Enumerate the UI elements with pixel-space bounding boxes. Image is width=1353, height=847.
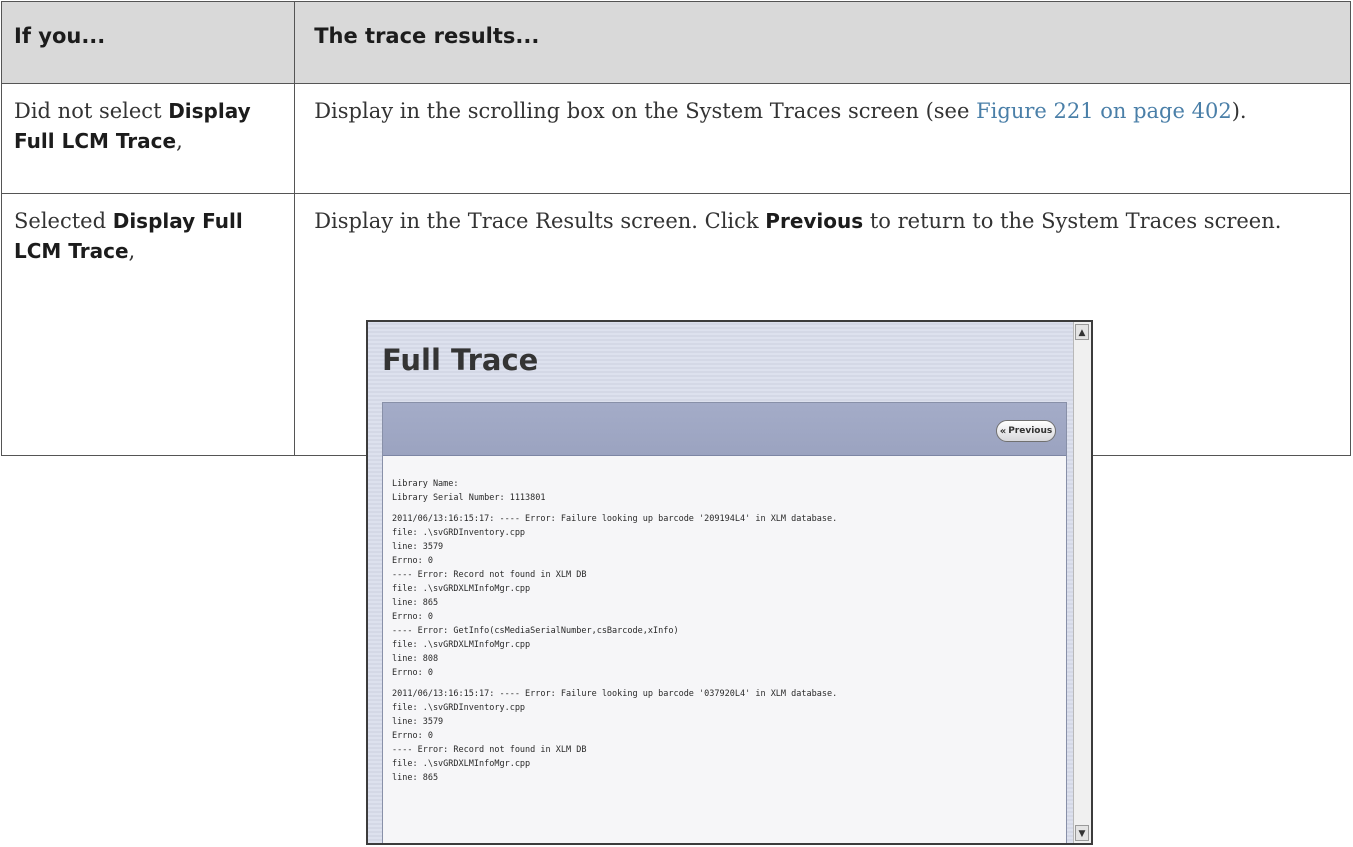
trace-block: 2011/06/13:16:15:17: ---- Error: Failure… (392, 689, 838, 783)
double-chevron-left-icon: « (999, 425, 1007, 437)
condition-text: Selected Display Full LCM Trace, (2, 194, 294, 266)
result-text-part: to return to the System Traces screen. (863, 209, 1282, 233)
condition-suffix: , (176, 129, 183, 153)
trace-block: 2011/06/13:16:15:17: ---- Error: Failure… (392, 514, 838, 678)
result-text: Display in the Trace Results screen. Cli… (295, 194, 1350, 236)
condition-cell: Did not select Display Full LCM Trace, (0, 83, 296, 194)
table-row: Did not select Display Full LCM Trace, D… (0, 83, 1351, 194)
scroll-down-arrow-icon[interactable]: ▼ (1075, 825, 1089, 841)
condition-prefix: Did not select (14, 99, 169, 123)
header-trace-results: The trace results... (294, 1, 1351, 84)
header-if-you: If you... (0, 1, 296, 84)
screen-title: Full Trace (382, 343, 539, 377)
condition-cell: Selected Display Full LCM Trace, (0, 193, 296, 456)
trace-block: Library Name: Library Serial Number: 111… (392, 479, 546, 503)
full-trace-screenshot: Full Trace ▲ ▼ « Previous Library Name: … (366, 320, 1093, 845)
panel-toolbar: « Previous (383, 403, 1066, 456)
result-text-part: Display in the scrolling box on the Syst… (314, 99, 977, 123)
condition-prefix: Selected (14, 209, 113, 233)
previous-keyword: Previous (765, 209, 864, 233)
vertical-scrollbar[interactable]: ▲ ▼ (1073, 322, 1091, 843)
condition-suffix: , (128, 239, 136, 263)
scroll-up-arrow-icon[interactable]: ▲ (1075, 324, 1089, 340)
trace-output: Library Name: Library Serial Number: 111… (383, 456, 1066, 785)
previous-button-label: Previous (1008, 426, 1053, 436)
table-header-row: If you... The trace results... (0, 1, 1351, 84)
condition-text: Did not select Display Full LCM Trace, (2, 84, 294, 156)
result-text: Display in the scrolling box on the Syst… (295, 84, 1350, 126)
previous-button[interactable]: « Previous (996, 420, 1056, 442)
figure-reference-link[interactable]: Figure 221 on page 402 (976, 99, 1232, 123)
result-text-part: Display in the Trace Results screen. Cli… (314, 209, 766, 233)
trace-panel: « Previous Library Name: Library Serial … (382, 402, 1067, 843)
result-cell: Display in the scrolling box on the Syst… (294, 83, 1351, 194)
result-suffix: ). (1231, 99, 1247, 123)
